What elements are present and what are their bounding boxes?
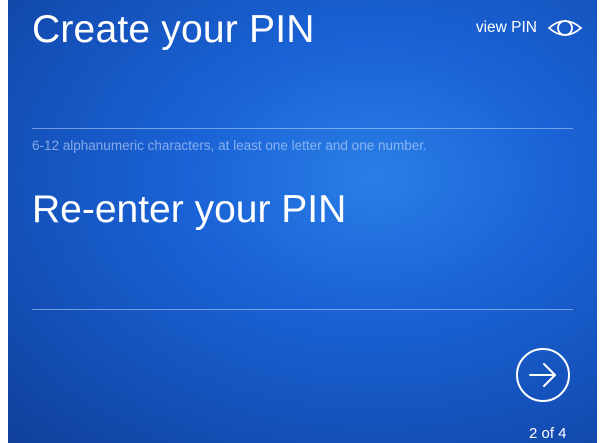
reenter-pin-title: Re-enter your PIN: [32, 188, 347, 231]
next-button[interactable]: [516, 348, 570, 402]
reenter-pin-underline: [32, 309, 573, 310]
step-indicator: 2 of 4: [529, 425, 567, 442]
right-edge: [597, 0, 605, 443]
pin-requirements-hint: 6-12 alphanumeric characters, at least o…: [32, 138, 427, 153]
pin-setup-screen: Create your PIN view PIN 6-12 alphanumer…: [0, 0, 605, 443]
create-pin-underline: [32, 128, 573, 129]
create-pin-title: Create your PIN: [32, 8, 315, 51]
reenter-pin-input[interactable]: [32, 256, 573, 300]
create-pin-input[interactable]: [32, 72, 573, 116]
left-edge: [0, 0, 8, 443]
view-pin-label: view PIN: [475, 19, 537, 36]
view-pin-toggle[interactable]: view PIN: [476, 18, 583, 38]
arrow-right-icon: [529, 363, 556, 387]
eye-icon: [547, 20, 583, 36]
